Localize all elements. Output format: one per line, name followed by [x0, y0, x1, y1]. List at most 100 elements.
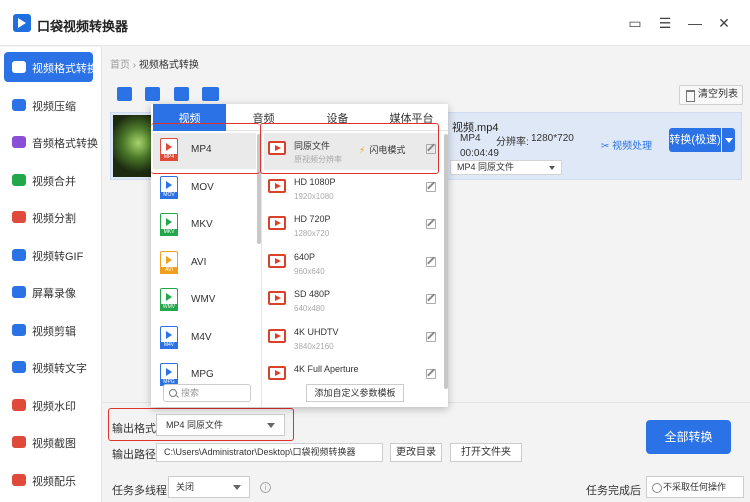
app-title: 口袋视频转换器	[37, 19, 129, 34]
sidebar-item-label: 视频转文字	[32, 363, 87, 375]
sidebar-item[interactable]: 视频转文字	[4, 352, 93, 382]
task-done-label: 任务完成后	[586, 485, 641, 497]
sidebar-item-icon	[12, 173, 26, 186]
sidebar-item[interactable]: 视频转GIF	[4, 240, 93, 270]
resolution-size: 3840x2160	[294, 341, 334, 351]
sidebar-item-icon	[12, 211, 26, 223]
menu-icon[interactable]: ☰	[656, 14, 674, 32]
sidebar-item[interactable]: 视频水印	[4, 390, 93, 420]
format-label: MOV	[191, 181, 214, 193]
sidebar-item-icon	[12, 136, 26, 148]
import-icon[interactable]	[174, 87, 189, 101]
sidebar-item[interactable]: 视频配乐	[4, 465, 93, 495]
format-item[interactable]: MOV MOV	[153, 171, 256, 207]
video-process-label: 视频处理	[612, 141, 653, 152]
format-search-input[interactable]: 搜索	[163, 384, 251, 402]
breadcrumb-separator: ›	[132, 60, 137, 71]
sidebar-item[interactable]: 视频剪辑	[4, 315, 93, 345]
sidebar-item[interactable]: 屏幕录像	[4, 277, 93, 307]
convert-all-button[interactable]: 全部转换	[646, 420, 731, 454]
breadcrumb-current: 视频格式转换	[138, 60, 199, 71]
edit-icon[interactable]	[426, 256, 436, 267]
video-file-icon: MPG	[160, 363, 178, 386]
sidebar-item-icon	[12, 398, 26, 411]
file-output-select[interactable]: MP4 同原文件	[450, 160, 562, 175]
clear-list-button[interactable]: 清空列表	[679, 85, 743, 105]
multi-thread-label: 任务多线程	[112, 485, 167, 497]
file-format: MP4	[460, 133, 481, 144]
file-duration: 00:04:49	[460, 148, 499, 159]
bottom-panel: 输出格式: MP4 同原文件 输出路径: C:\Users\Administra…	[103, 402, 750, 502]
resolution-item[interactable]: SD 480P 640x480	[264, 283, 438, 320]
resolution-item[interactable]: 4K UHDTV 3840x2160	[264, 321, 438, 358]
multi-thread-select[interactable]: 关闭	[168, 476, 250, 498]
video-file-icon: MOV	[160, 175, 178, 199]
format-label: AVI	[191, 256, 207, 268]
edit-icon[interactable]	[426, 331, 436, 342]
film-icon	[268, 366, 286, 380]
info-icon[interactable]: i	[260, 482, 271, 493]
sidebar-item-icon	[12, 323, 26, 336]
sidebar-item-label: 视频分割	[32, 213, 76, 225]
resolution-item[interactable]: 640P 960x640	[264, 246, 438, 283]
add-custom-template-button[interactable]: 添加自定义参数模板	[306, 384, 404, 402]
resolution-item[interactable]: HD 720P 1280x720	[264, 208, 438, 245]
sidebar-item[interactable]: 音频格式转换	[4, 127, 98, 157]
sidebar-item-label: 视频截图	[32, 438, 76, 450]
sidebar-item[interactable]: 视频格式转换	[4, 52, 98, 82]
format-item[interactable]: M4V M4V	[153, 321, 256, 357]
edit-icon[interactable]	[426, 294, 436, 304]
add-file-icon[interactable]	[117, 87, 132, 101]
breadcrumb: 首页 › 视频格式转换	[110, 56, 199, 71]
sidebar-item-label: 视频格式转换	[32, 63, 98, 75]
folder-icon[interactable]: ▭	[626, 14, 644, 32]
video-process-button[interactable]: ✂ 视频处理	[601, 137, 652, 152]
sidebar-item-icon	[12, 248, 26, 261]
output-path-field[interactable]: C:\Users\Administrator\Desktop\口袋视频转换器	[156, 443, 383, 462]
sidebar-item-label: 视频转GIF	[32, 250, 84, 263]
task-done-select[interactable]: 不采取任何操作	[646, 476, 744, 498]
sidebar-item-icon	[12, 286, 26, 298]
open-folder-button[interactable]: 打开文件夹	[450, 443, 522, 462]
format-label: M4V	[191, 331, 212, 343]
edit-icon[interactable]	[426, 369, 436, 379]
sidebar-item-icon	[12, 436, 26, 448]
film-icon	[268, 253, 286, 268]
resolution-highlight	[260, 123, 439, 174]
minimize-button[interactable]: —	[686, 14, 704, 32]
convert-dropdown-button[interactable]	[722, 128, 735, 152]
sidebar-item-icon	[12, 361, 26, 373]
resolution-item[interactable]: HD 1080P 1920x1080	[264, 171, 438, 208]
format-label: MPG	[191, 369, 214, 380]
film-icon	[268, 328, 286, 343]
scissors-icon: ✂	[601, 141, 613, 152]
sidebar-item[interactable]: 视频合并	[4, 165, 93, 195]
resolution-name: SD 480P	[294, 289, 331, 299]
output-path-label: 输出路径:	[112, 449, 160, 461]
sidebar-item[interactable]: 视频截图	[4, 427, 93, 457]
change-directory-button[interactable]: 更改目录	[390, 443, 442, 462]
video-file-icon: M4V	[160, 325, 178, 349]
format-item[interactable]: MKV MKV	[153, 208, 256, 244]
add-folder-icon[interactable]	[145, 87, 160, 101]
sidebar-item-label: 音频格式转换	[32, 138, 98, 150]
edit-icon[interactable]	[426, 219, 436, 229]
format-item[interactable]: AVI AVI	[153, 246, 256, 282]
sidebar-item-label: 视频合并	[32, 175, 76, 188]
batch-icon[interactable]	[202, 87, 219, 101]
film-icon	[268, 216, 286, 230]
sidebar-item[interactable]: 视频压缩	[4, 90, 93, 120]
format-highlight	[151, 123, 260, 174]
sidebar: 视频格式转换视频压缩音频格式转换 视频合并视频分割视频转GIF 屏幕录像视频剪辑视频…	[0, 47, 102, 502]
close-button[interactable]: ✕	[715, 14, 733, 32]
breadcrumb-home[interactable]: 首页	[110, 60, 130, 71]
file-resolution: 1280*720	[531, 133, 574, 144]
video-file-icon: MKV	[160, 213, 178, 236]
resolution-scrollbar[interactable]	[444, 134, 448, 389]
format-item[interactable]: WMV WMV	[153, 283, 256, 319]
edit-icon[interactable]	[426, 181, 436, 192]
convert-button[interactable]: 转换(极速)	[669, 128, 721, 152]
sidebar-item[interactable]: 视频分割	[4, 202, 93, 232]
sidebar-item-label: 视频水印	[32, 400, 76, 413]
film-icon	[268, 291, 286, 305]
